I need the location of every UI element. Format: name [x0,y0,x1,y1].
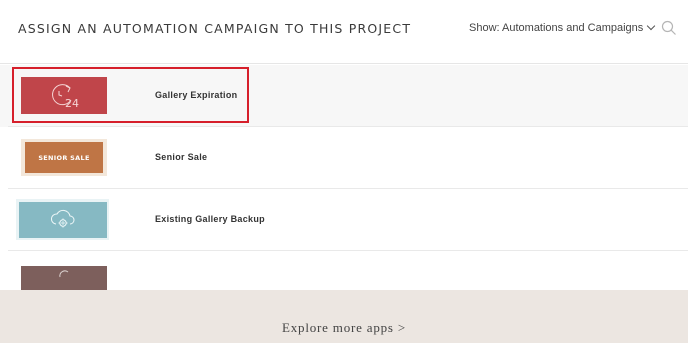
explore-more-apps-link[interactable]: Explore more apps > [0,320,688,336]
campaign-thumbnail: 24 [21,77,107,114]
list-item[interactable]: Existing Gallery Backup [0,189,688,251]
footer-bar: Explore more apps > [0,290,688,343]
clock-24-icon: 24 [52,83,79,110]
campaign-name: Existing Gallery Backup [155,214,265,224]
page-title: ASSIGN AN AUTOMATION CAMPAIGN TO THIS PR… [18,21,412,36]
campaign-thumbnail [21,266,107,290]
list-item[interactable]: SENIOR SALE Senior Sale [0,127,688,189]
filter-label: Show: Automations and Campaigns [469,22,644,34]
senior-sale-banner: SENIOR SALE [25,142,103,173]
list-item[interactable]: 24 Gallery Expiration [0,65,688,127]
partial-icon [59,270,69,278]
campaign-list: 24 Gallery Expiration SENIOR SALE Senior… [0,65,688,290]
search-icon[interactable] [661,20,677,36]
campaign-name: Senior Sale [155,152,208,162]
thumbnail-text: SENIOR SALE [38,153,90,162]
cloud-gear-icon [50,209,74,227]
svg-text:24: 24 [65,97,79,110]
page-header: ASSIGN AN AUTOMATION CAMPAIGN TO THIS PR… [0,0,688,64]
thumbnail-background [18,201,107,238]
campaign-name: Gallery Expiration [155,90,238,100]
show-filter-dropdown[interactable]: Show: Automations and Campaigns [469,21,656,34]
campaign-thumbnail: SENIOR SALE [21,139,107,176]
chevron-down-icon [647,21,656,31]
list-item[interactable] [0,251,688,290]
campaign-thumbnail [16,199,109,240]
